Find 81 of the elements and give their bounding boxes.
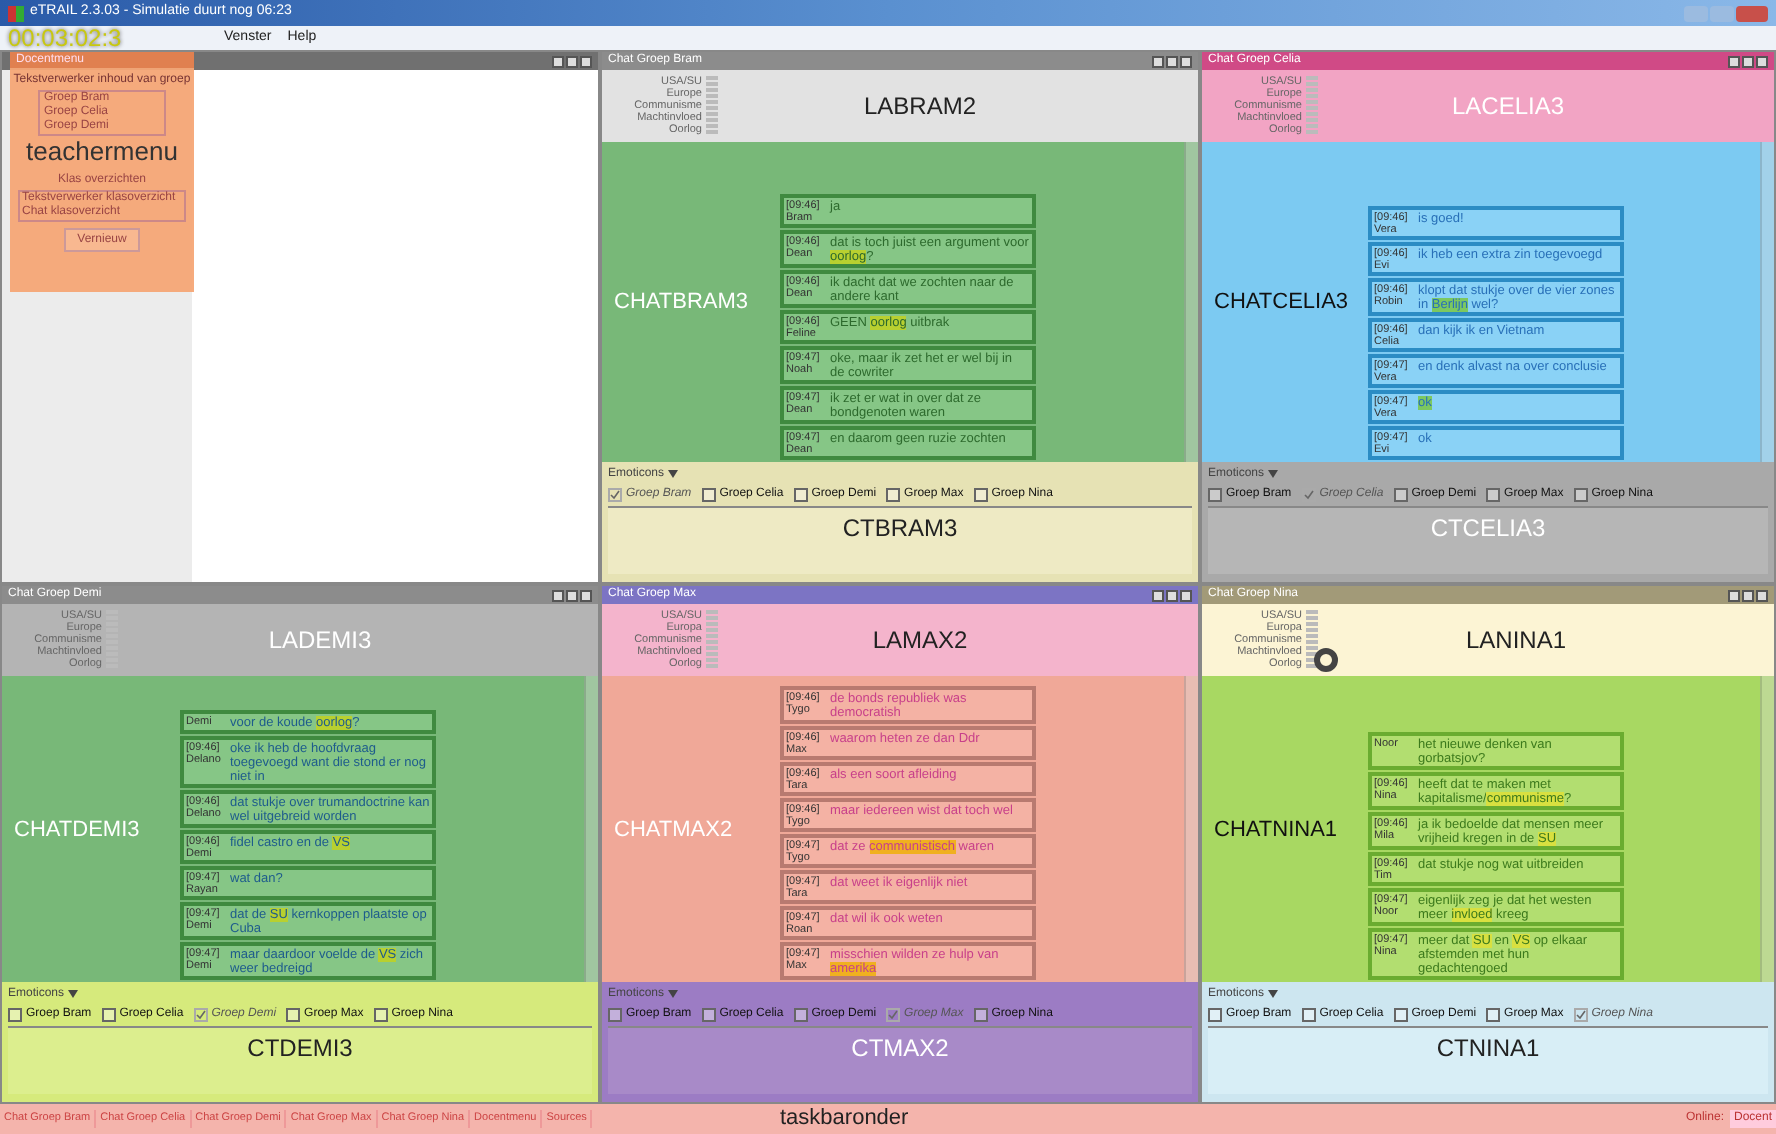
message-input[interactable]: CTNINA1	[1208, 1026, 1768, 1094]
scale-drawing	[1302, 76, 1322, 136]
close-button[interactable]	[1180, 55, 1192, 67]
input-label: CTDEMI3	[247, 1034, 353, 1066]
timer: 00:03:02:3	[8, 26, 122, 50]
maximize-button[interactable]	[1742, 589, 1754, 601]
caret-icon	[1268, 470, 1279, 478]
input-label: CTMAX2	[851, 1034, 949, 1066]
maximize-button[interactable]	[1742, 55, 1754, 67]
caret-icon	[68, 990, 79, 998]
checkbox[interactable]	[1208, 1007, 1222, 1021]
message-input[interactable]: CTDEMI3	[8, 1026, 592, 1094]
scrollbar[interactable]	[1184, 676, 1198, 982]
minimize-button[interactable]	[552, 589, 564, 601]
scale-drawing	[1302, 610, 1322, 670]
checkbox[interactable]	[973, 487, 988, 501]
check-icon	[1575, 1009, 1586, 1019]
message-input[interactable]: CTCELIA3	[1208, 506, 1768, 574]
input-label: CTNINA1	[1436, 1034, 1540, 1066]
checkbox[interactable]	[1393, 487, 1408, 501]
panel-label: LANINA1	[1463, 624, 1569, 658]
checkbox[interactable]	[886, 487, 901, 501]
close-button[interactable]	[1756, 55, 1768, 67]
close-button[interactable]	[580, 589, 592, 601]
checkbox[interactable]	[1393, 1007, 1408, 1021]
minimize-button[interactable]	[1152, 55, 1164, 67]
app-icon	[8, 5, 24, 21]
maximize-button[interactable]	[566, 589, 578, 601]
checkbox[interactable]	[793, 487, 808, 501]
checkbox[interactable]	[1301, 1007, 1316, 1021]
close-button[interactable]	[1756, 589, 1768, 601]
checkbox[interactable]	[8, 1007, 22, 1021]
input-label: CTCELIA3	[1430, 514, 1546, 546]
checkbox[interactable]	[701, 1007, 716, 1021]
minimize-button[interactable]	[1728, 589, 1740, 601]
checkbox[interactable]	[286, 1007, 301, 1021]
overlay-label: teachermenu	[26, 138, 178, 166]
panel-label: LADEMI3	[266, 624, 374, 658]
minimize-button[interactable]	[552, 55, 564, 67]
maximize-button[interactable]	[1166, 55, 1178, 67]
input-label: CTBRAM3	[842, 514, 958, 546]
taskbar-label: taskbaronder	[780, 1104, 909, 1134]
overlay-label: CHATMAX2	[614, 815, 733, 846]
checkbox[interactable]	[1486, 1007, 1501, 1021]
caret-icon	[668, 470, 679, 478]
maximize-button[interactable]	[566, 55, 578, 67]
checkbox[interactable]	[1486, 487, 1501, 501]
close-button[interactable]	[1180, 589, 1192, 601]
panel-label: LAMAX2	[870, 624, 970, 658]
checkbox[interactable]	[101, 1007, 116, 1021]
minimize-button[interactable]	[1728, 55, 1740, 67]
checkbox[interactable]	[1573, 487, 1588, 501]
maximize-button[interactable]	[1166, 589, 1178, 601]
overlay-label: CHATNINA1	[1214, 815, 1338, 846]
check-icon	[888, 1009, 899, 1019]
check-icon	[195, 1009, 206, 1019]
caret-icon	[668, 990, 679, 998]
close-button[interactable]	[580, 55, 592, 67]
scrollbar[interactable]	[584, 676, 598, 982]
minimize-button[interactable]	[1152, 589, 1164, 601]
checkbox[interactable]	[701, 487, 716, 501]
overlay-label: CHATCELIA3	[1214, 288, 1349, 318]
checkbox[interactable]	[973, 1007, 988, 1021]
scrollbar[interactable]	[1184, 142, 1198, 462]
check-icon	[1303, 489, 1314, 499]
overlay-label: CHATDEMI3	[14, 815, 140, 846]
checkbox[interactable]	[793, 1007, 808, 1021]
checkbox[interactable]	[608, 1007, 622, 1021]
scale-drawing	[702, 76, 722, 136]
scrollbar[interactable]	[1760, 142, 1774, 462]
caret-icon	[1268, 990, 1279, 998]
scale-drawing	[702, 610, 722, 670]
message-input[interactable]: CTMAX2	[608, 1026, 1192, 1094]
message-input[interactable]: CTBRAM3	[608, 506, 1192, 574]
panel-label: LABRAM2	[861, 90, 979, 124]
overlay-label: CHATBRAM3	[614, 288, 749, 318]
scrollbar[interactable]	[1760, 676, 1774, 982]
checkbox[interactable]	[1208, 487, 1222, 501]
panel-label: LACELIA3	[1449, 90, 1567, 124]
checkbox[interactable]	[373, 1007, 388, 1021]
check-icon	[610, 489, 620, 499]
